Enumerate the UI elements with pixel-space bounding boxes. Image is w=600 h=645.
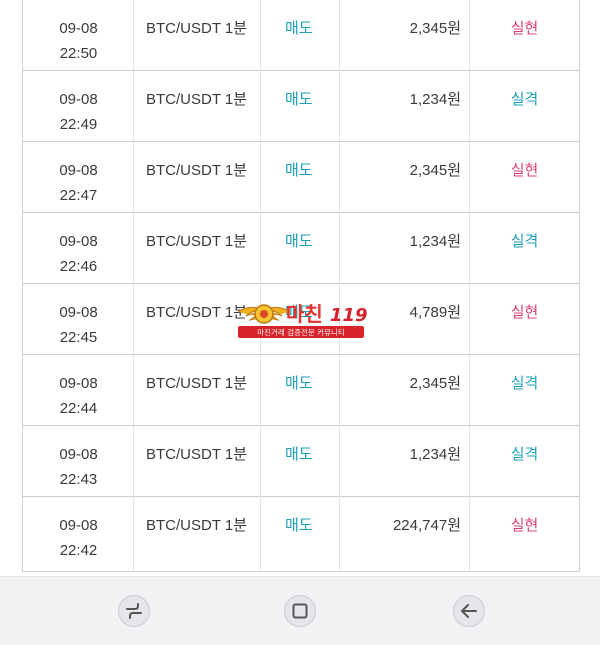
trade-result: 실현: [510, 20, 539, 37]
trade-side: 매도: [285, 20, 313, 37]
trade-amount: 1,234원: [409, 446, 461, 463]
trade-history-table: 09-08 22:50 BTC/USDT 1분 매도 2,345원 실현 09-0…: [22, 0, 580, 572]
trade-pair: BTC/USDT 1분: [146, 375, 248, 392]
table-row[interactable]: 09-08 22:50 BTC/USDT 1분 매도 2,345원 실현: [23, 0, 579, 71]
watermark-logo: 마친 119 마진거래 검증전문 커뮤니티: [236, 298, 368, 340]
trade-amount: 2,345원: [409, 162, 461, 179]
trade-pair: BTC/USDT 1분: [146, 446, 248, 463]
trade-pair: BTC/USDT 1분: [146, 233, 248, 250]
trade-pair: BTC/USDT 1분: [146, 91, 248, 108]
trade-pair: BTC/USDT 1분: [146, 517, 248, 534]
recent-apps-button[interactable]: [117, 594, 151, 628]
trade-pair: BTC/USDT 1분: [146, 304, 248, 321]
trade-amount: 1,234원: [409, 233, 461, 250]
trade-pair: BTC/USDT 1분: [146, 20, 248, 37]
svg-text:마친: 마친: [286, 302, 323, 326]
trade-amount: 224,747원: [392, 517, 461, 534]
home-square-icon: [284, 595, 316, 627]
trade-result: 실격: [510, 91, 539, 108]
trade-side: 매도: [285, 517, 313, 534]
table-row[interactable]: 09-08 22:47 BTC/USDT 1분 매도 2,345원 실현: [23, 141, 579, 213]
table-row[interactable]: 09-08 22:49 BTC/USDT 1분 매도 1,234원 실격: [23, 70, 579, 142]
back-arrow-icon: [453, 595, 485, 627]
trade-result: 실격: [510, 375, 539, 392]
trade-amount: 2,345원: [409, 375, 461, 392]
svg-text:119: 119: [330, 305, 368, 326]
recent-apps-icon: [118, 595, 150, 627]
trade-datetime: 09-08 22:49: [59, 91, 98, 133]
trade-result: 실현: [510, 162, 539, 179]
trade-side: 매도: [285, 162, 313, 179]
trade-pair: BTC/USDT 1분: [146, 162, 248, 179]
trade-side: 매도: [285, 91, 313, 108]
table-row[interactable]: 09-08 22:46 BTC/USDT 1분 매도 1,234원 실격: [23, 212, 579, 284]
trade-datetime: 09-08 22:45: [59, 304, 98, 346]
trade-result: 실격: [510, 446, 539, 463]
table-row[interactable]: 09-08 22:44 BTC/USDT 1분 매도 2,345원 실격: [23, 354, 579, 426]
trade-datetime: 09-08 22:44: [59, 375, 98, 417]
trade-side: 매도: [285, 446, 313, 463]
trade-amount: 1,234원: [409, 91, 461, 108]
machin119-logo-icon: 마친 119 마진거래 검증전문 커뮤니티: [237, 302, 368, 338]
table-row[interactable]: 09-08 22:43 BTC/USDT 1분 매도 1,234원 실격: [23, 425, 579, 497]
trade-result: 실현: [510, 304, 539, 321]
trade-amount: 2,345원: [409, 20, 461, 37]
trade-datetime: 09-08 22:47: [59, 162, 98, 204]
trade-side: 매도: [285, 375, 313, 392]
trade-datetime: 09-08 22:50: [59, 20, 98, 62]
system-navigation-bar: [0, 576, 600, 645]
back-button[interactable]: [452, 594, 486, 628]
trade-amount: 4,789원: [409, 304, 461, 321]
trade-side: 매도: [285, 233, 313, 250]
trade-result: 실격: [510, 233, 539, 250]
svg-text:마진거래 검증전문 커뮤니티: 마진거래 검증전문 커뮤니티: [257, 327, 345, 337]
table-row[interactable]: 09-08 22:42 BTC/USDT 1분 매도 224,747원 실현: [23, 496, 579, 570]
trade-datetime: 09-08 22:42: [59, 517, 98, 559]
trade-datetime: 09-08 22:43: [59, 446, 98, 488]
home-button[interactable]: [283, 594, 317, 628]
trade-result: 실현: [510, 517, 539, 534]
trade-datetime: 09-08 22:46: [59, 233, 98, 275]
